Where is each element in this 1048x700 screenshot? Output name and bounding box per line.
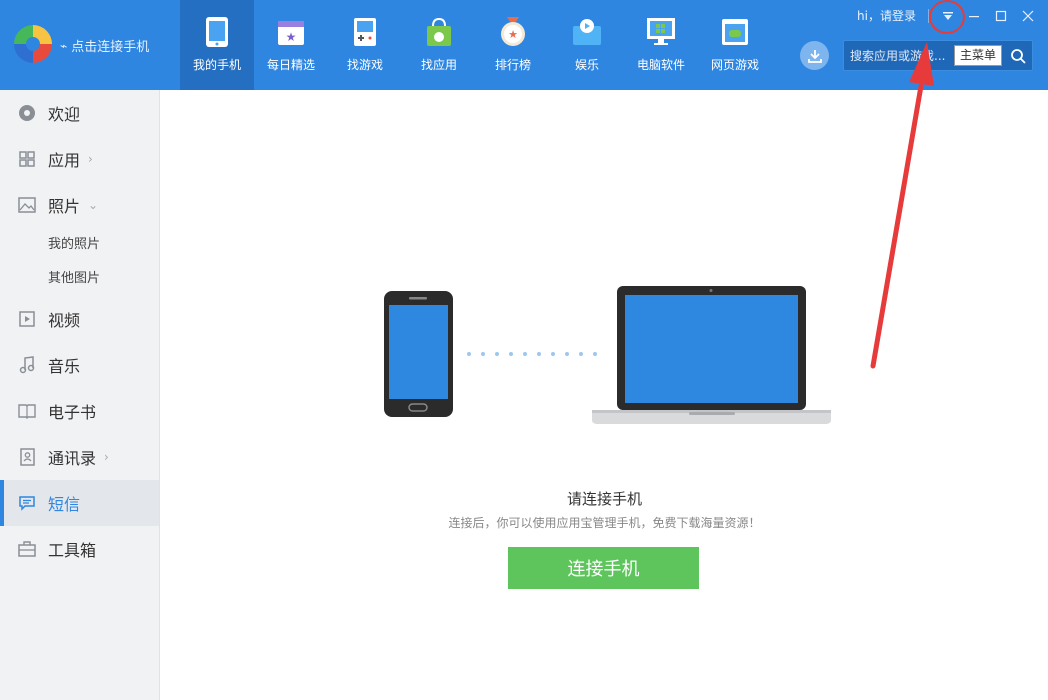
book-icon (18, 402, 36, 420)
tab-entertainment[interactable]: 娱乐 (550, 0, 624, 90)
phone-to-pc-illustration (384, 286, 831, 424)
chevron-right-icon: › (104, 450, 109, 464)
gamepad-icon (350, 16, 380, 48)
main-menu-button[interactable]: 主菜单 (954, 45, 1002, 66)
tab-web-games[interactable]: 网页游戏 (698, 0, 772, 90)
music-note-icon (18, 356, 36, 374)
sidebar-subitem-my-photos[interactable]: 我的照片 (0, 228, 159, 262)
svg-text:★: ★ (508, 28, 518, 41)
app-logo-icon (14, 25, 52, 63)
phone-icon (202, 16, 232, 48)
tab-find-apps[interactable]: 找应用 (402, 0, 476, 90)
tab-label: 找游戏 (346, 58, 383, 72)
connect-phone-link[interactable]: ⌁ 点击连接手机 (60, 36, 150, 56)
medal-icon: ★ (498, 16, 528, 48)
contacts-icon (18, 448, 36, 466)
grid-icon (18, 150, 36, 168)
tab-label: 每日精选 (266, 58, 315, 72)
tab-label: 电脑软件 (636, 58, 685, 72)
sidebar-item-label: 欢迎 (48, 105, 81, 124)
sidebar-item-music[interactable]: 音乐 (0, 342, 159, 388)
search-icon[interactable] (1008, 46, 1028, 66)
connect-subtitle: 连接后，你可以使用应用宝管理手机，免费下载海量资源！ (448, 516, 761, 530)
welcome-icon (18, 104, 36, 122)
tab-pc-software[interactable]: 电脑软件 (624, 0, 698, 90)
tab-label: 娱乐 (574, 58, 599, 72)
tab-my-phone[interactable]: 我的手机 (180, 0, 254, 90)
video-play-icon (572, 16, 602, 48)
usb-icon: ⌁ (60, 38, 68, 53)
chevron-down-icon: ⌄ (88, 198, 99, 212)
sidebar-item-label: 照片 (48, 197, 81, 216)
tab-find-games[interactable]: 找游戏 (328, 0, 402, 90)
close-icon[interactable] (1016, 4, 1040, 28)
phone-illustration-icon (384, 291, 453, 417)
sidebar-item-label: 通讯录 (48, 449, 97, 468)
connection-dots-icon (467, 352, 597, 356)
svg-text:★: ★ (286, 30, 297, 44)
annotation-circle (929, 0, 965, 34)
sidebar-item-toolbox[interactable]: 工具箱 (0, 526, 159, 572)
main-nav: 我的手机 ★ 每日精选 找游戏 找应用 ★ 排行榜 娱乐 电脑软件 网页游戏 (180, 0, 772, 90)
top-bar: ⌁ 点击连接手机 我的手机 ★ 每日精选 找游戏 找应用 ★ 排行榜 娱乐 电脑… (0, 0, 1048, 90)
connect-title: 请连接手机 (566, 490, 642, 508)
web-game-icon (720, 16, 750, 48)
calendar-star-icon: ★ (276, 16, 306, 48)
sidebar-item-sms[interactable]: 短信 (0, 480, 159, 526)
chevron-right-icon: › (88, 152, 93, 166)
tab-rankings[interactable]: ★ 排行榜 (476, 0, 550, 90)
minimize-icon[interactable] (962, 4, 986, 28)
monitor-windows-icon (646, 16, 676, 48)
video-icon (18, 310, 36, 328)
sidebar-item-videos[interactable]: 视频 (0, 296, 159, 342)
connect-phone-link-label: 点击连接手机 (71, 40, 150, 55)
sidebar-subitem-other-images[interactable]: 其他图片 (0, 262, 159, 296)
sms-icon (18, 494, 36, 512)
toolbox-icon (18, 540, 36, 558)
search-box: 主菜单 (843, 40, 1033, 71)
search-input[interactable] (850, 46, 954, 66)
sidebar-item-contacts[interactable]: 通讯录 › (0, 434, 159, 480)
laptop-illustration-icon (592, 286, 831, 424)
main-content: 请连接手机 连接后，你可以使用应用宝管理手机，免费下载海量资源！ 连接手机 (161, 90, 1048, 700)
sidebar-item-label: 视频 (48, 311, 81, 330)
sidebar-item-ebooks[interactable]: 电子书 (0, 388, 159, 434)
sidebar: 欢迎 应用 › 照片 ⌄ 我的照片 其他图片 视频 音乐 电子书 通讯录 › 短… (0, 90, 160, 700)
download-manager-button[interactable] (800, 41, 829, 70)
sidebar-item-apps[interactable]: 应用 › (0, 136, 159, 182)
image-icon (18, 196, 36, 214)
sidebar-item-label: 应用 (48, 151, 81, 170)
sidebar-item-label: 音乐 (48, 357, 81, 376)
tab-label: 网页游戏 (710, 58, 759, 72)
android-bag-icon (424, 16, 454, 48)
sidebar-item-label: 短信 (48, 495, 81, 514)
login-link[interactable]: hi，请登录 (857, 7, 916, 24)
tab-daily-picks[interactable]: ★ 每日精选 (254, 0, 328, 90)
connect-phone-button[interactable]: 连接手机 (508, 547, 699, 589)
download-icon (807, 49, 822, 63)
sidebar-item-photos[interactable]: 照片 ⌄ (0, 182, 159, 228)
maximize-icon[interactable] (989, 4, 1013, 28)
sidebar-item-welcome[interactable]: 欢迎 (0, 90, 159, 136)
tab-label: 排行榜 (494, 58, 531, 72)
sidebar-item-label: 电子书 (48, 403, 97, 422)
tab-label: 我的手机 (192, 58, 241, 72)
tab-label: 找应用 (420, 58, 457, 72)
sidebar-item-label: 工具箱 (48, 541, 97, 560)
